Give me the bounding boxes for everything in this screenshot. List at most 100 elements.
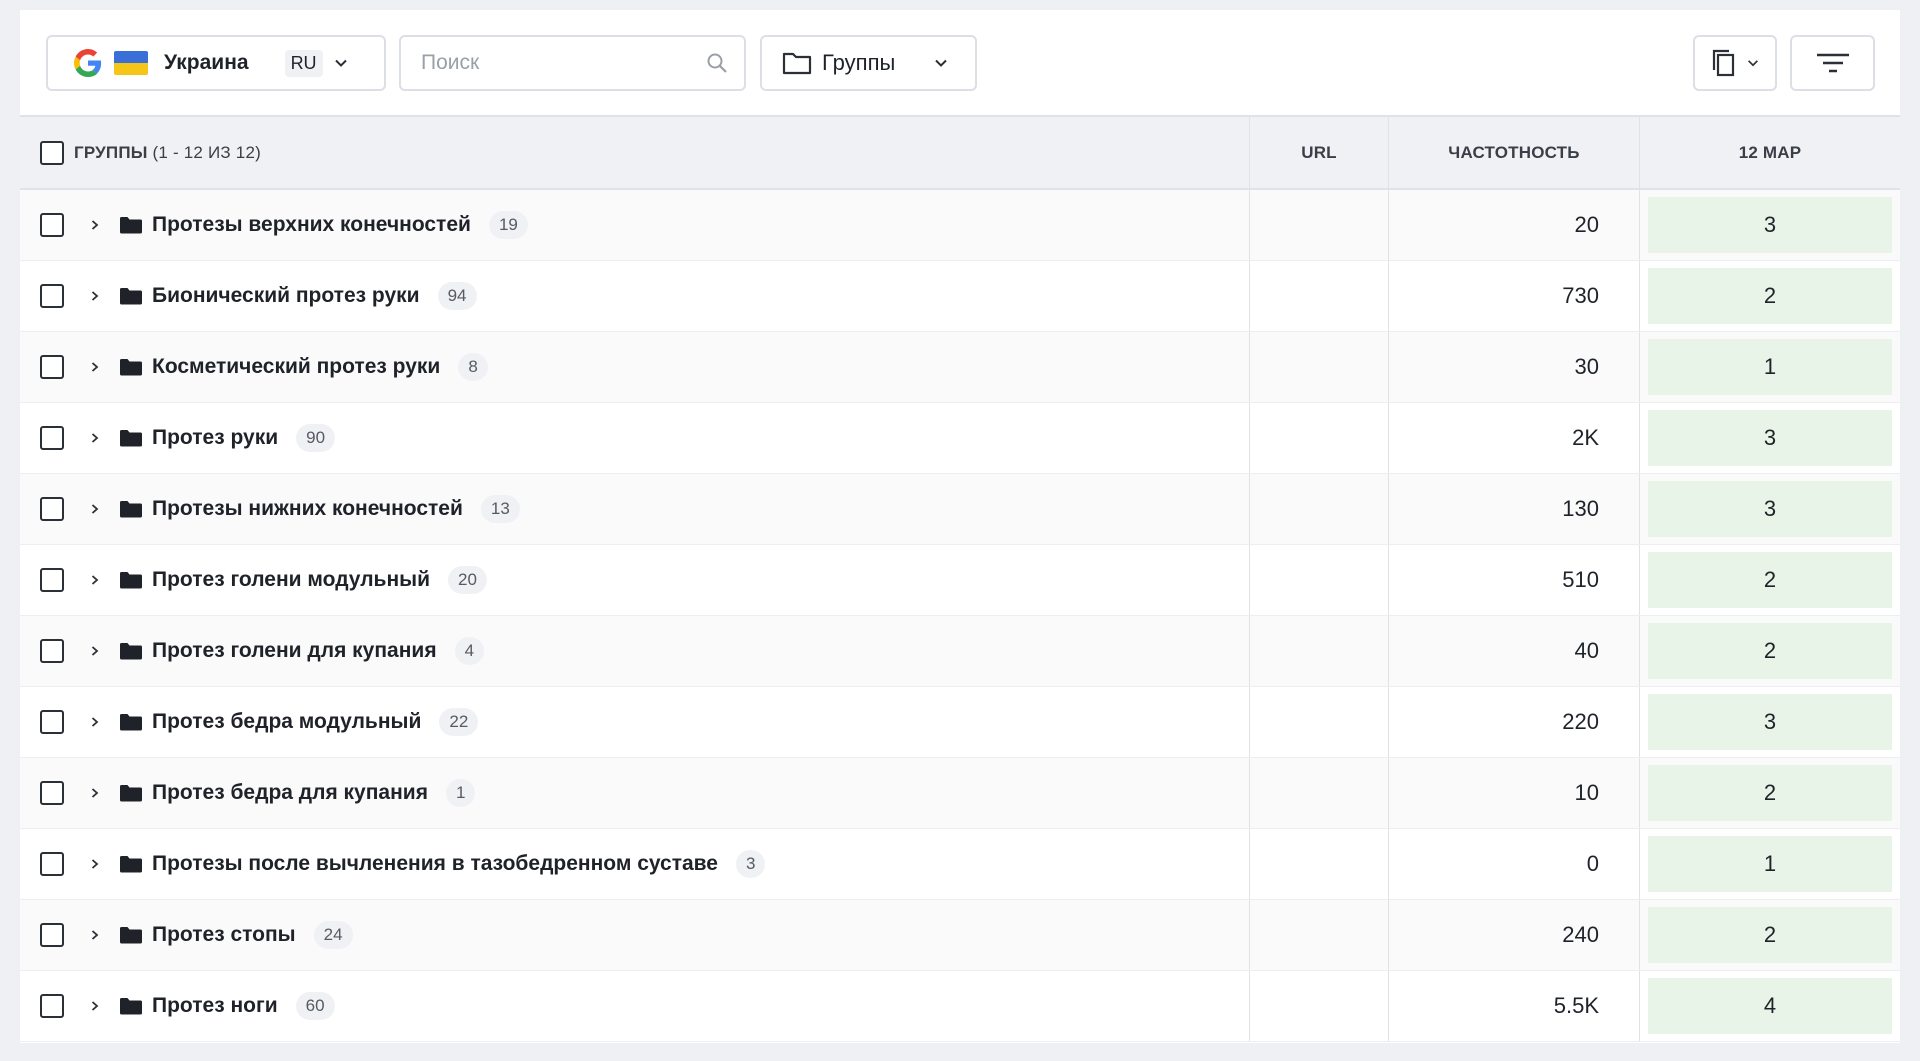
group-count-badge: 1 [445, 779, 476, 807]
table-row[interactable]: Протез ноги 60 5.5K 4 [20, 971, 1900, 1042]
copy-button[interactable] [1693, 35, 1777, 91]
row-checkbox[interactable] [40, 568, 64, 592]
row-checkbox[interactable] [40, 497, 64, 521]
row-checkbox[interactable] [40, 355, 64, 379]
search-field[interactable]: Поиск [399, 35, 746, 91]
row-name-cell: Протез стопы 24 [20, 900, 1250, 970]
copy-icon [1712, 49, 1735, 77]
header-url-cell[interactable]: URL [1250, 117, 1389, 188]
group-name[interactable]: Протез голени для купания [152, 639, 437, 663]
group-name[interactable]: Протез бедра для купания [152, 781, 428, 805]
folder-icon [120, 926, 142, 944]
folder-icon [120, 571, 142, 589]
language-badge: RU [284, 49, 323, 77]
row-date-cell: 1 [1640, 829, 1900, 899]
table-row[interactable]: Протез бедра модульный 22 220 3 [20, 687, 1900, 758]
group-name[interactable]: Протез голени модульный [152, 568, 430, 592]
row-frequency-cell: 20 [1389, 190, 1640, 260]
group-name[interactable]: Протезы нижних конечностей [152, 497, 463, 521]
row-checkbox[interactable] [40, 213, 64, 237]
table-row[interactable]: Протез голени для купания 4 40 2 [20, 616, 1900, 687]
row-checkbox[interactable] [40, 639, 64, 663]
row-url-cell [1250, 474, 1389, 544]
chevron-right-icon[interactable] [90, 786, 104, 800]
ukraine-flag-icon [114, 51, 148, 75]
chevron-right-icon[interactable] [90, 857, 104, 871]
filter-button[interactable] [1790, 35, 1875, 91]
folder-icon [120, 429, 142, 447]
row-frequency-cell: 730 [1389, 261, 1640, 331]
groups-dropdown-label: Группы [822, 50, 896, 75]
group-name[interactable]: Протез руки [152, 426, 278, 450]
header-frequency-cell[interactable]: Частотность [1389, 117, 1640, 188]
group-name[interactable]: Протез стопы [152, 923, 296, 947]
groups-dropdown[interactable]: Группы [760, 35, 977, 91]
row-checkbox[interactable] [40, 284, 64, 308]
toolbar: Украина RU Поиск Группы [20, 10, 1900, 116]
table-row[interactable]: Протез стопы 24 240 2 [20, 900, 1900, 971]
table-row[interactable]: Протез бедра для купания 1 10 2 [20, 758, 1900, 829]
row-checkbox[interactable] [40, 426, 64, 450]
folder-icon [120, 216, 142, 234]
table-row[interactable]: Протезы верхних конечностей 19 20 3 [20, 190, 1900, 261]
row-checkbox[interactable] [40, 781, 64, 805]
chevron-right-icon[interactable] [90, 431, 104, 445]
chevron-right-icon[interactable] [90, 928, 104, 942]
chevron-right-icon[interactable] [90, 644, 104, 658]
folder-icon [120, 997, 142, 1015]
region-selector[interactable]: Украина RU [46, 35, 386, 91]
row-frequency-cell: 30 [1389, 332, 1640, 402]
row-checkbox[interactable] [40, 994, 64, 1018]
row-checkbox[interactable] [40, 852, 64, 876]
table-row[interactable]: Бионический протез руки 94 730 2 [20, 261, 1900, 332]
chevron-right-icon[interactable] [90, 502, 104, 516]
table-row[interactable]: Протезы нижних конечностей 13 130 3 [20, 474, 1900, 545]
group-count-badge: 8 [458, 353, 488, 381]
row-checkbox[interactable] [40, 710, 64, 734]
filter-icon [1816, 53, 1849, 73]
row-url-cell [1250, 829, 1389, 899]
header-date-label: 12 мар [1738, 142, 1802, 162]
header-date-cell[interactable]: 12 мар [1640, 117, 1900, 188]
row-name-cell: Протез бедра модульный 22 [20, 687, 1250, 757]
group-name[interactable]: Косметический протез руки [152, 355, 440, 379]
table-row[interactable]: Протез руки 90 2K 3 [20, 403, 1900, 474]
row-date-cell: 2 [1640, 545, 1900, 615]
group-name[interactable]: Протез ноги [152, 994, 278, 1018]
group-name[interactable]: Протезы верхних конечностей [152, 213, 471, 237]
position-cell: 3 [1648, 410, 1892, 466]
group-name[interactable]: Протезы после вычленения в тазобедренном… [152, 852, 718, 876]
table-row[interactable]: Косметический протез руки 8 30 1 [20, 332, 1900, 403]
groups-table: Группы (1 - 12 из 12) URL Частотность 12… [20, 115, 1900, 1042]
position-cell: 4 [1648, 978, 1892, 1034]
group-name[interactable]: Протез бедра модульный [152, 710, 421, 734]
search-input[interactable]: Поиск [421, 51, 706, 75]
chevron-right-icon[interactable] [90, 573, 104, 587]
row-name-cell: Протезы верхних конечностей 19 [20, 190, 1250, 260]
table-row[interactable]: Протезы после вычленения в тазобедренном… [20, 829, 1900, 900]
chevron-right-icon[interactable] [90, 360, 104, 374]
chevron-right-icon[interactable] [90, 289, 104, 303]
group-count-badge: 90 [296, 424, 336, 452]
chevron-right-icon[interactable] [90, 999, 104, 1013]
row-name-cell: Протез голени модульный 20 [20, 545, 1250, 615]
group-name[interactable]: Бионический протез руки [152, 284, 420, 308]
folder-icon [120, 784, 142, 802]
header-frequency-label: Частотность [1448, 142, 1580, 162]
row-date-cell: 2 [1640, 758, 1900, 828]
row-checkbox[interactable] [40, 923, 64, 947]
chevron-down-icon [334, 59, 347, 67]
position-cell: 1 [1648, 339, 1892, 395]
row-name-cell: Протез бедра для купания 1 [20, 758, 1250, 828]
select-all-checkbox[interactable] [40, 140, 64, 165]
chevron-right-icon[interactable] [90, 218, 104, 232]
chevron-right-icon[interactable] [90, 715, 104, 729]
row-name-cell: Протезы нижних конечностей 13 [20, 474, 1250, 544]
position-cell: 2 [1648, 552, 1892, 608]
search-icon [707, 53, 727, 73]
row-date-cell: 4 [1640, 971, 1900, 1041]
position-cell: 2 [1648, 907, 1892, 963]
row-name-cell: Бионический протез руки 94 [20, 261, 1250, 331]
group-count-badge: 94 [437, 282, 477, 310]
table-row[interactable]: Протез голени модульный 20 510 2 [20, 545, 1900, 616]
